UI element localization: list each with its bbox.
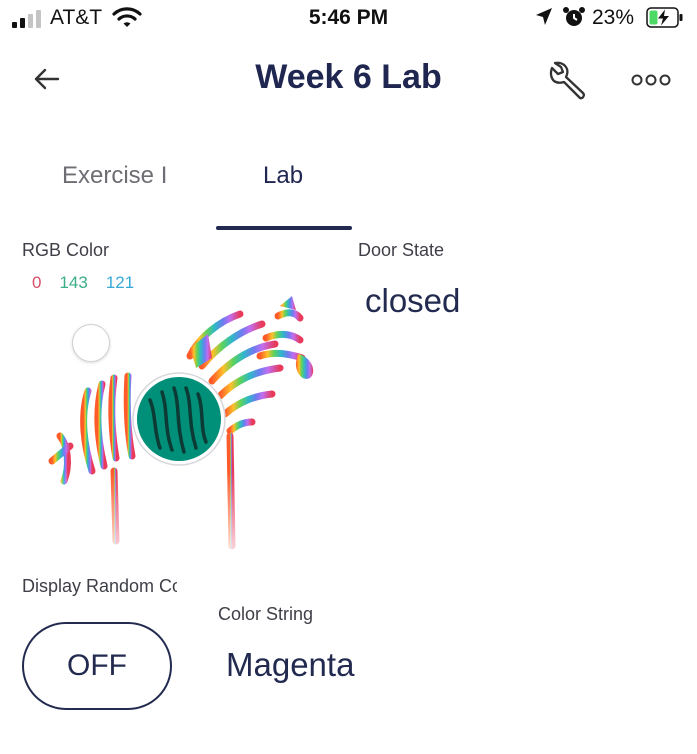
door-state-label: Door State: [358, 240, 445, 260]
wrench-icon[interactable]: [546, 60, 588, 102]
display-random-color-label: Display Random Color: [22, 576, 177, 596]
status-bar: AT&T 5:46 PM 23%: [0, 0, 697, 38]
rgb-green-value: 143: [59, 273, 88, 292]
color-string-value: Magenta: [226, 646, 355, 683]
rgb-blue-value: 121: [105, 273, 135, 292]
more-horizontal-icon[interactable]: [630, 68, 672, 92]
selected-color-magnifier[interactable]: [130, 370, 228, 468]
active-tab-indicator: [216, 226, 352, 230]
battery-percent: 23%: [592, 6, 635, 29]
rgb-red-value: 0: [32, 273, 42, 292]
alarm-icon: [563, 7, 585, 26]
battery-charging-icon: [646, 7, 683, 28]
brightness-slider-handle[interactable]: [72, 324, 110, 362]
rgb-values: 0 143 121: [32, 273, 134, 293]
page-title: Week 6 Lab: [255, 58, 442, 96]
rgb-color-label: RGB Color: [22, 240, 110, 260]
location-arrow-icon: [536, 8, 552, 25]
tab-lab[interactable]: Lab: [263, 162, 303, 190]
random-color-toggle-button[interactable]: OFF: [22, 622, 172, 710]
door-state-value: closed: [365, 282, 461, 319]
tab-exercise[interactable]: Exercise I: [62, 162, 174, 190]
color-string-label: Color String: [218, 604, 314, 624]
